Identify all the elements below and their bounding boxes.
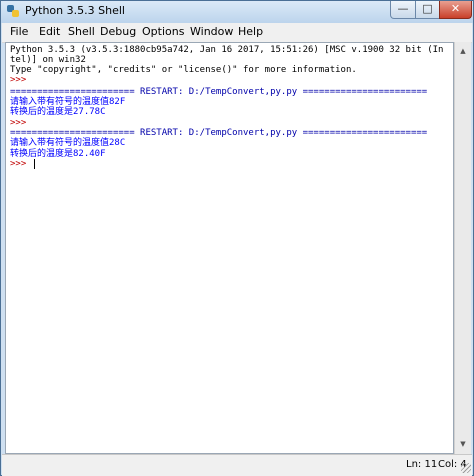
menu-options[interactable]: Options: [142, 25, 184, 38]
python-shell-window: Python 3.5.3 Shell — □ ✕ File Edit Shell…: [0, 0, 474, 476]
menu-debug[interactable]: Debug: [100, 25, 136, 38]
status-bar: Ln: 11 Col: 4: [2, 454, 472, 476]
menu-window[interactable]: Window: [190, 25, 233, 38]
python-icon: [7, 5, 19, 17]
resize-grip-icon[interactable]: [461, 463, 471, 473]
shell-output-line: 转换后的温度是82.40F: [10, 149, 106, 159]
shell-prompt: >>>: [10, 159, 27, 169]
title-bar[interactable]: Python 3.5.3 Shell — □ ✕: [1, 1, 473, 23]
restart-banner: ======================= RESTART: D:/Temp…: [10, 128, 428, 138]
shell-line: Python 3.5.3 (v3.5.3:1880cb95a742, Jan 1…: [10, 45, 444, 55]
window-title: Python 3.5.3 Shell: [25, 4, 125, 17]
shell-output-line: 请输入带有符号的温度值82F: [10, 97, 126, 107]
menu-edit[interactable]: Edit: [39, 25, 60, 38]
vertical-scrollbar[interactable]: ▲ ▼: [454, 42, 471, 454]
shell-output-line: 请输入带有符号的温度值28C: [10, 138, 126, 148]
menu-help[interactable]: Help: [238, 25, 263, 38]
scroll-up-icon[interactable]: ▲: [456, 43, 470, 59]
shell-output-line: 转换后的温度是27.78C: [10, 107, 106, 117]
maximize-button[interactable]: □: [415, 1, 440, 19]
line-number: Ln: 11: [406, 459, 438, 470]
minimize-button[interactable]: —: [390, 1, 416, 19]
shell-prompt: >>>: [10, 75, 27, 85]
menu-file[interactable]: File: [10, 25, 28, 38]
shell-line: tel)] on win32: [10, 55, 86, 65]
restart-banner: ======================= RESTART: D:/Temp…: [10, 87, 428, 97]
menu-shell[interactable]: Shell: [68, 25, 95, 38]
menu-bar: File Edit Shell Debug Options Window Hel…: [2, 23, 472, 43]
close-button[interactable]: ✕: [439, 1, 472, 19]
shell-prompt: >>>: [10, 118, 27, 128]
text-cursor: [34, 159, 35, 169]
scroll-down-icon[interactable]: ▼: [456, 436, 470, 452]
shell-text-area[interactable]: Python 3.5.3 (v3.5.3:1880cb95a742, Jan 1…: [5, 42, 454, 454]
shell-line: Type "copyright", "credits" or "license(…: [10, 65, 357, 75]
